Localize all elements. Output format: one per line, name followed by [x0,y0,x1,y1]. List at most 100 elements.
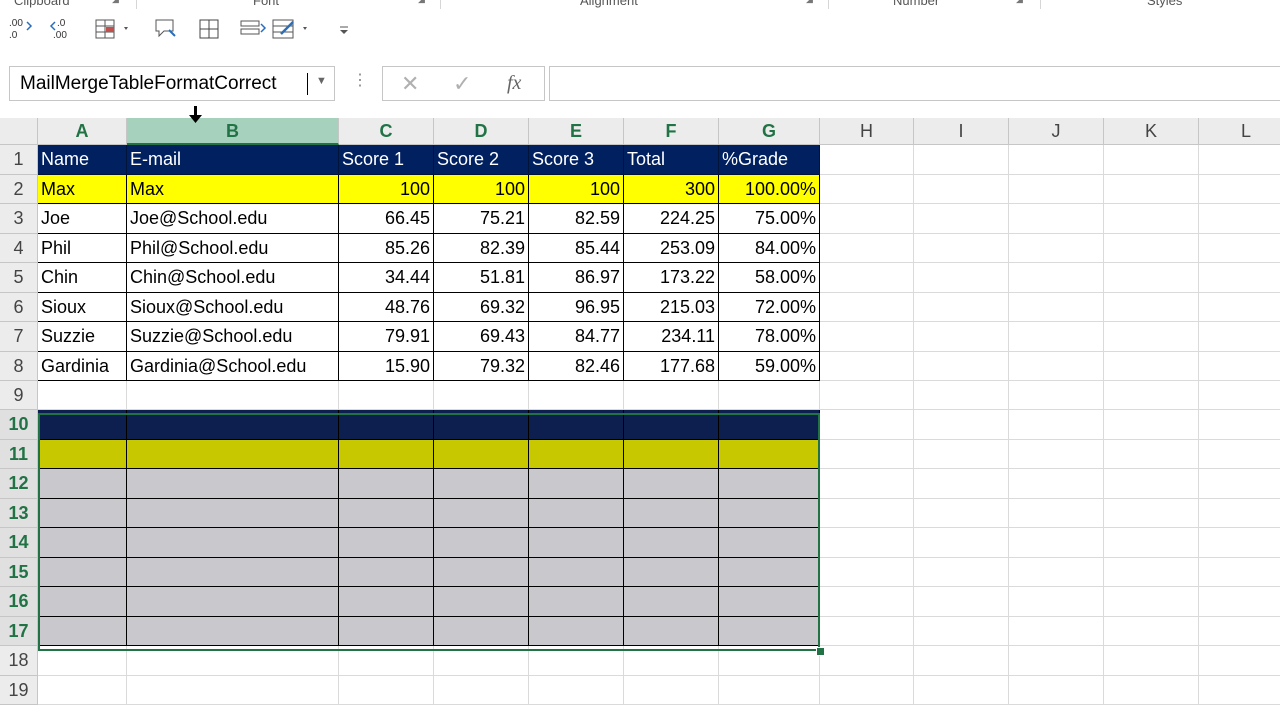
cell-I7[interactable] [914,322,1009,352]
cell-J4[interactable] [1009,234,1104,263]
cell-A7[interactable]: Suzzie [38,322,127,352]
column-header-L[interactable]: L [1199,118,1280,145]
cell-J14[interactable] [1009,528,1104,558]
cell-H7[interactable] [820,322,914,352]
borders-icon[interactable] [194,14,224,44]
cell-A8[interactable]: Gardinia [38,352,127,381]
cell-F19[interactable] [624,676,719,705]
cell-H16[interactable] [820,587,914,617]
cell-G10[interactable] [719,410,820,440]
row-header-3[interactable]: 3 [0,204,38,234]
cell-J9[interactable] [1009,381,1104,410]
cell-I2[interactable] [914,175,1009,204]
cell-B16[interactable] [127,587,339,617]
format-cells-dropdown-icon[interactable] [92,14,134,44]
cell-C13[interactable] [339,499,434,528]
cell-H5[interactable] [820,263,914,293]
cell-C14[interactable] [339,528,434,558]
cell-B4[interactable]: Phil@School.edu [127,234,339,263]
cell-G18[interactable] [719,646,820,676]
cell-J16[interactable] [1009,587,1104,617]
column-header-D[interactable]: D [434,118,529,145]
cell-L9[interactable] [1199,381,1280,410]
cell-L13[interactable] [1199,499,1280,528]
cell-C17[interactable] [339,617,434,646]
cell-L10[interactable] [1199,410,1280,440]
cell-H13[interactable] [820,499,914,528]
cell-F15[interactable] [624,558,719,587]
cell-G13[interactable] [719,499,820,528]
cell-J13[interactable] [1009,499,1104,528]
formula-bar-splitter-icon[interactable]: ⋮ [352,70,368,96]
cell-L12[interactable] [1199,469,1280,499]
cell-G3[interactable]: 75.00% [719,204,820,234]
cell-K15[interactable] [1104,558,1199,587]
cell-E3[interactable]: 82.59 [529,204,624,234]
column-header-E[interactable]: E [529,118,624,145]
cell-F13[interactable] [624,499,719,528]
cell-I6[interactable] [914,293,1009,322]
cell-C6[interactable]: 48.76 [339,293,434,322]
column-header-G[interactable]: G [719,118,820,145]
cell-F9[interactable] [624,381,719,410]
cell-F18[interactable] [624,646,719,676]
cell-J8[interactable] [1009,352,1104,381]
cell-G2[interactable]: 100.00% [719,175,820,204]
cell-F14[interactable] [624,528,719,558]
cell-I11[interactable] [914,440,1009,469]
cell-A5[interactable]: Chin [38,263,127,293]
cell-A17[interactable] [38,617,127,646]
cell-B14[interactable] [127,528,339,558]
cell-H6[interactable] [820,293,914,322]
cell-I1[interactable] [914,145,1009,175]
cell-K3[interactable] [1104,204,1199,234]
cell-H11[interactable] [820,440,914,469]
cell-H1[interactable] [820,145,914,175]
row-header-2[interactable]: 2 [0,175,38,204]
cell-D5[interactable]: 51.81 [434,263,529,293]
cell-A4[interactable]: Phil [38,234,127,263]
cell-B7[interactable]: Suzzie@School.edu [127,322,339,352]
cell-B5[interactable]: Chin@School.edu [127,263,339,293]
cell-L7[interactable] [1199,322,1280,352]
cell-E4[interactable]: 85.44 [529,234,624,263]
cell-E12[interactable] [529,469,624,499]
row-header-16[interactable]: 16 [0,587,38,617]
row-header-12[interactable]: 12 [0,469,38,499]
cell-L8[interactable] [1199,352,1280,381]
cancel-icon[interactable]: ✕ [401,71,419,97]
cell-D10[interactable] [434,410,529,440]
cell-K9[interactable] [1104,381,1199,410]
cell-L14[interactable] [1199,528,1280,558]
cell-E7[interactable]: 84.77 [529,322,624,352]
cell-H3[interactable] [820,204,914,234]
cell-A14[interactable] [38,528,127,558]
cell-I4[interactable] [914,234,1009,263]
cell-D8[interactable]: 79.32 [434,352,529,381]
cell-H4[interactable] [820,234,914,263]
cell-L1[interactable] [1199,145,1280,175]
cell-G8[interactable]: 59.00% [719,352,820,381]
cell-L18[interactable] [1199,646,1280,676]
cell-E6[interactable]: 96.95 [529,293,624,322]
cell-H14[interactable] [820,528,914,558]
cell-G15[interactable] [719,558,820,587]
cell-E10[interactable] [529,410,624,440]
cell-J17[interactable] [1009,617,1104,646]
font-launcher-icon[interactable]: ◢ [418,0,425,5]
cell-A16[interactable] [38,587,127,617]
cell-A15[interactable] [38,558,127,587]
cell-K8[interactable] [1104,352,1199,381]
cell-C4[interactable]: 85.26 [339,234,434,263]
cell-I15[interactable] [914,558,1009,587]
cell-B13[interactable] [127,499,339,528]
cell-E5[interactable]: 86.97 [529,263,624,293]
cell-K2[interactable] [1104,175,1199,204]
cell-D9[interactable] [434,381,529,410]
cell-K4[interactable] [1104,234,1199,263]
cell-K18[interactable] [1104,646,1199,676]
formula-input[interactable] [549,66,1280,101]
cell-I8[interactable] [914,352,1009,381]
cell-C8[interactable]: 15.90 [339,352,434,381]
cell-J3[interactable] [1009,204,1104,234]
